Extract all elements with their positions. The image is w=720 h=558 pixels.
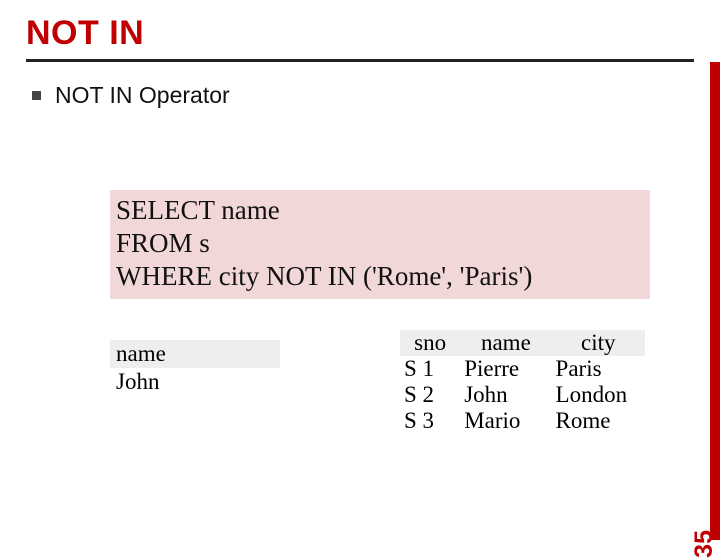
result-cell: John — [110, 368, 280, 396]
result-table: name John — [110, 340, 280, 396]
cell-city: Rome — [552, 408, 645, 434]
table-row: S 1 Pierre Paris — [400, 356, 645, 382]
cell-sno: S 3 — [400, 408, 460, 434]
result-header-name: name — [110, 340, 280, 368]
cell-city: Paris — [552, 356, 645, 382]
sql-code-block: SELECT name FROM s WHERE city NOT IN ('R… — [110, 190, 650, 299]
table-row: S 3 Mario Rome — [400, 408, 645, 434]
subtitle-text: NOT IN Operator — [55, 82, 230, 109]
square-bullet-icon — [32, 91, 41, 100]
page-number: 35 — [690, 530, 719, 558]
sql-line: SELECT name — [116, 194, 644, 227]
cell-city: London — [552, 382, 645, 408]
slide-title: NOT IN — [0, 0, 720, 53]
table-row: John — [110, 368, 280, 396]
cell-name: Pierre — [460, 356, 551, 382]
source-header-sno: sno — [400, 330, 460, 356]
cell-sno: S 1 — [400, 356, 460, 382]
bullet-item: NOT IN Operator — [0, 62, 720, 109]
sql-line: FROM s — [116, 227, 644, 260]
table-row: S 2 John London — [400, 382, 645, 408]
table-row: name — [110, 340, 280, 368]
source-header-city: city — [552, 330, 645, 356]
source-header-name: name — [460, 330, 551, 356]
cell-sno: S 2 — [400, 382, 460, 408]
table-row: sno name city — [400, 330, 645, 356]
cell-name: John — [460, 382, 551, 408]
sql-line: WHERE city NOT IN ('Rome', 'Paris') — [116, 260, 644, 293]
source-table: sno name city S 1 Pierre Paris S 2 John … — [400, 330, 645, 434]
accent-bar — [710, 62, 720, 540]
cell-name: Mario — [460, 408, 551, 434]
